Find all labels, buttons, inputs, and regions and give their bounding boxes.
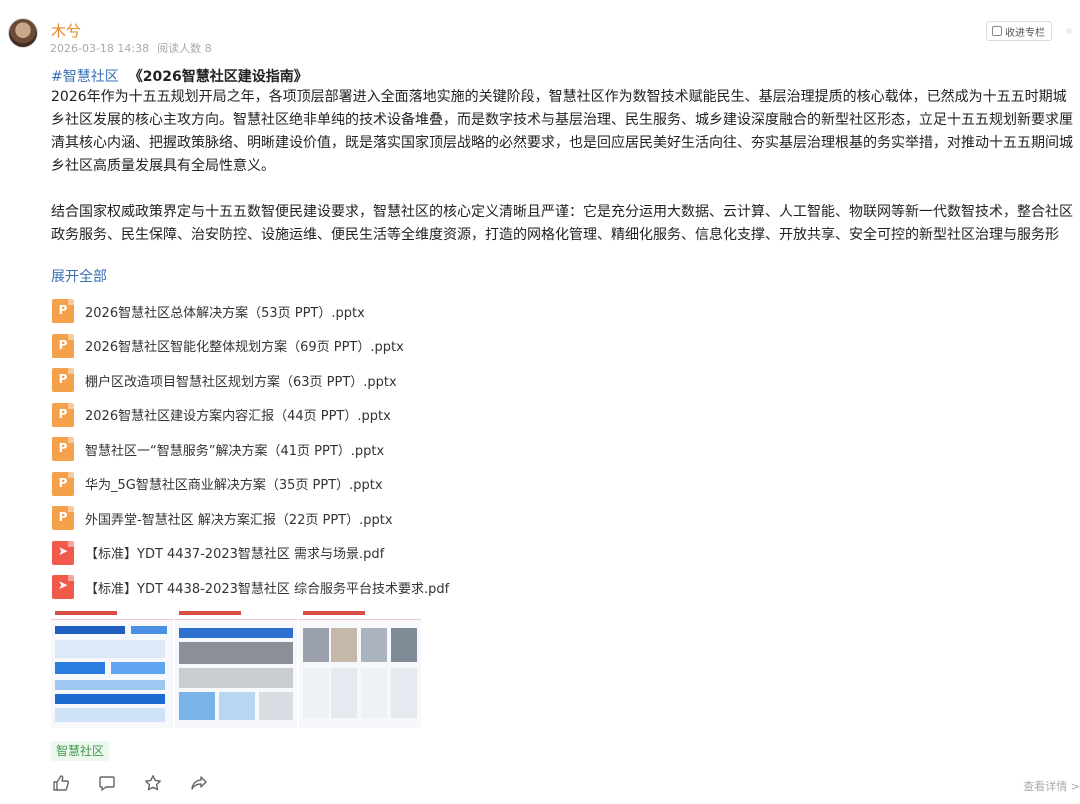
preview-image[interactable] [51,606,173,728]
avatar[interactable] [8,18,38,48]
attachment-item[interactable]: 华为_5G智慧社区商业解决方案（35页 PPT）.pptx [52,467,449,502]
star-icon[interactable] [143,773,163,793]
attachment-name: 智慧社区一“智慧服务”解决方案（41页 PPT）.pptx [85,443,385,459]
body-paragraph: 2026年作为十五五规划开局之年，各项顶层部署进入全面落地实施的关键阶段，智慧社… [51,89,1073,174]
attachment-item[interactable]: 2026智慧社区建设方案内容汇报（44页 PPT）.pptx [52,398,449,433]
share-icon[interactable] [189,773,209,793]
preview-image[interactable] [175,606,297,728]
post-body: 2026年作为十五五规划开局之年，各项顶层部署进入全面落地实施的关键阶段，智慧社… [51,86,1077,247]
ppt-file-icon [52,506,74,531]
action-bar [51,773,209,793]
post-meta: 2026-03-18 14:38 阅读人数 8 [50,40,212,56]
collect-label: 收进专栏 [1005,27,1045,39]
attachment-item[interactable]: 棚户区改造项目智慧社区规划方案（63页 PPT）.pptx [52,363,449,398]
attachment-name: 外国弄堂-智慧社区 解决方案汇报（22页 PPT）.pptx [85,512,393,528]
expand-all-link[interactable]: 展开全部 [51,266,107,286]
post-title: #智慧社区 《2026智慧社区建设指南》 [51,66,308,86]
attachment-name: 2026智慧社区总体解决方案（53页 PPT）.pptx [85,305,365,321]
topic-tag[interactable]: 智慧社区 [51,741,110,761]
ppt-file-icon [52,299,74,324]
folder-icon [992,26,1002,36]
ppt-file-icon [52,333,74,358]
pdf-file-icon [52,575,74,600]
ppt-file-icon [52,402,74,427]
image-gallery [51,606,421,728]
ppt-file-icon [52,437,74,462]
view-details-link[interactable]: 查看详情 > [1023,778,1080,794]
attachment-item[interactable]: 2026智慧社区智能化整体规划方案（69页 PPT）.pptx [52,329,449,364]
attachment-item[interactable]: 【标准】YDT 4438-2023智慧社区 综合服务平台技术要求.pdf [52,570,449,605]
comment-icon[interactable] [97,773,117,793]
attachment-item[interactable]: 智慧社区一“智慧服务”解决方案（41页 PPT）.pptx [52,432,449,467]
post-header: 木兮 2026-03-18 14:38 阅读人数 8 收进专栏 [8,16,1072,60]
attachment-name: 棚户区改造项目智慧社区规划方案（63页 PPT）.pptx [85,374,397,390]
book-title: 《2026智慧社区建设指南》 [128,69,308,85]
collect-to-column-button[interactable]: 收进专栏 [986,21,1052,41]
pdf-file-icon [52,540,74,565]
ppt-file-icon [52,368,74,393]
hashtag-link[interactable]: #智慧社区 [51,69,119,85]
more-icon[interactable] [1066,28,1072,34]
read-count: 阅读人数 8 [157,42,212,55]
author-name[interactable]: 木兮 [51,20,81,41]
attachment-list: 2026智慧社区总体解决方案（53页 PPT）.pptx 2026智慧社区智能化… [52,294,449,605]
attachment-name: 2026智慧社区智能化整体规划方案（69页 PPT）.pptx [85,340,404,356]
attachment-item[interactable]: 外国弄堂-智慧社区 解决方案汇报（22页 PPT）.pptx [52,501,449,536]
attachment-name: 【标准】YDT 4438-2023智慧社区 综合服务平台技术要求.pdf [85,581,450,597]
attachment-item[interactable]: 2026智慧社区总体解决方案（53页 PPT）.pptx [52,294,449,329]
body-paragraph: 结合国家权威政策界定与十五五数智便民建设要求，智慧社区的核心定义清晰且严谨：它是… [51,204,1073,243]
attachment-name: 【标准】YDT 4437-2023智慧社区 需求与场景.pdf [85,547,385,563]
attachment-name: 2026智慧社区建设方案内容汇报（44页 PPT）.pptx [85,409,391,425]
thumbs-up-icon[interactable] [51,773,71,793]
ppt-file-icon [52,471,74,496]
post-date: 2026-03-18 14:38 [50,42,150,55]
attachment-name: 华为_5G智慧社区商业解决方案（35页 PPT）.pptx [85,478,383,494]
preview-image[interactable] [299,606,421,728]
attachment-item[interactable]: 【标准】YDT 4437-2023智慧社区 需求与场景.pdf [52,536,449,571]
